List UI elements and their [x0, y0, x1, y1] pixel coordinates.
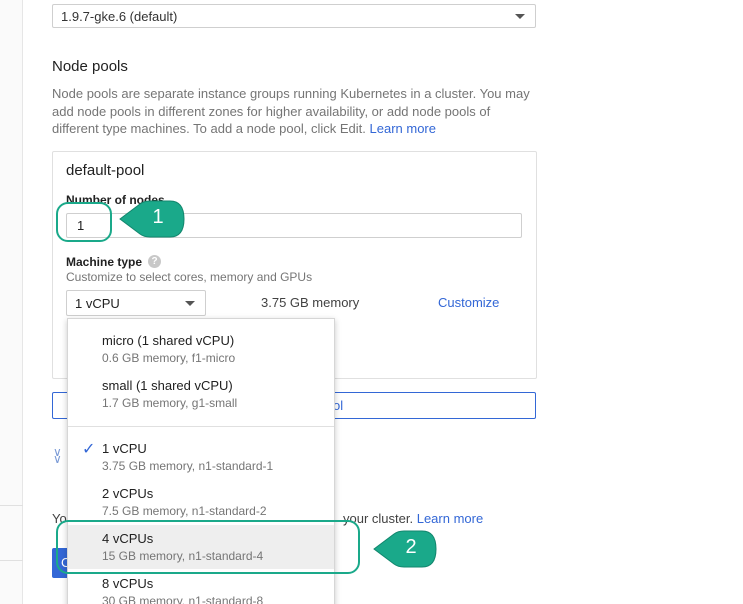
callout-number: 1 [152, 206, 164, 228]
nav-divider [0, 505, 23, 506]
help-icon[interactable]: ? [148, 255, 161, 268]
machine-option-detail: 3.75 GB memory, n1-standard-1 [102, 459, 274, 473]
callout-ring-1 [56, 202, 112, 242]
machine-option-name: 8 vCPUs [102, 576, 154, 591]
machine-option-detail: 0.6 GB memory, f1-micro [102, 351, 236, 365]
machine-option-detail: 30 GB memory, n1-standard-8 [102, 594, 264, 604]
chevron-down-icon [515, 14, 525, 19]
machine-option-2-vcpus[interactable]: 2 vCPUs 7.5 GB memory, n1-standard-2 [68, 480, 334, 524]
callout-number: 2 [405, 536, 417, 558]
cluster-learn-more-link[interactable]: Learn more [417, 511, 483, 526]
machine-option-micro[interactable]: micro (1 shared vCPU) 0.6 GB memory, f1-… [68, 327, 334, 371]
machine-type-value: 1 vCPU [75, 296, 120, 311]
machine-option-detail: 1.7 GB memory, g1-small [102, 396, 238, 410]
chevron-down-icon [185, 301, 195, 306]
node-pools-learn-more-link[interactable]: Learn more [370, 121, 436, 136]
check-icon: ✓ [82, 441, 96, 458]
machine-option-small[interactable]: small (1 shared vCPU) 1.7 GB memory, g1-… [68, 372, 334, 416]
node-pool-name: default-pool [66, 162, 145, 179]
callout-ring-2 [56, 520, 360, 574]
machine-option-1-vcpu[interactable]: ✓ 1 vCPU 3.75 GB memory, n1-standard-1 [68, 435, 334, 479]
callout-badge-2: 2 [372, 528, 438, 570]
machine-option-name: small (1 shared vCPU) [102, 378, 233, 393]
node-pools-description: Node pools are separate instance groups … [52, 85, 532, 138]
customize-link[interactable]: Customize [438, 295, 499, 310]
machine-option-name: micro (1 shared vCPU) [102, 333, 235, 348]
node-pools-description-text: Node pools are separate instance groups … [52, 86, 530, 136]
callout-badge-1: 1 [118, 198, 186, 240]
cluster-note: your cluster. Learn more [343, 511, 483, 526]
left-nav-rail [0, 0, 23, 604]
nav-divider [0, 560, 23, 561]
machine-option-name: 2 vCPUs [102, 486, 154, 501]
machine-type-label: Machine type [66, 255, 143, 269]
machine-option-8-vcpus[interactable]: 8 vCPUs 30 GB memory, n1-standard-8 [68, 570, 334, 604]
cluster-version-select[interactable]: 1.9.7-gke.6 (default) [52, 4, 536, 28]
expand-more-icon[interactable]: ∨ ∨ [53, 446, 62, 465]
machine-option-name: 1 vCPU [102, 441, 147, 456]
machine-type-select[interactable]: 1 vCPU [66, 290, 206, 316]
machine-type-hint: Customize to select cores, memory and GP… [66, 270, 313, 284]
cluster-version-value: 1.9.7-gke.6 (default) [61, 9, 178, 24]
machine-memory-text: 3.75 GB memory [261, 295, 360, 310]
node-pools-title: Node pools [52, 58, 128, 75]
dropdown-divider [68, 426, 334, 427]
machine-option-detail: 7.5 GB memory, n1-standard-2 [102, 504, 267, 518]
